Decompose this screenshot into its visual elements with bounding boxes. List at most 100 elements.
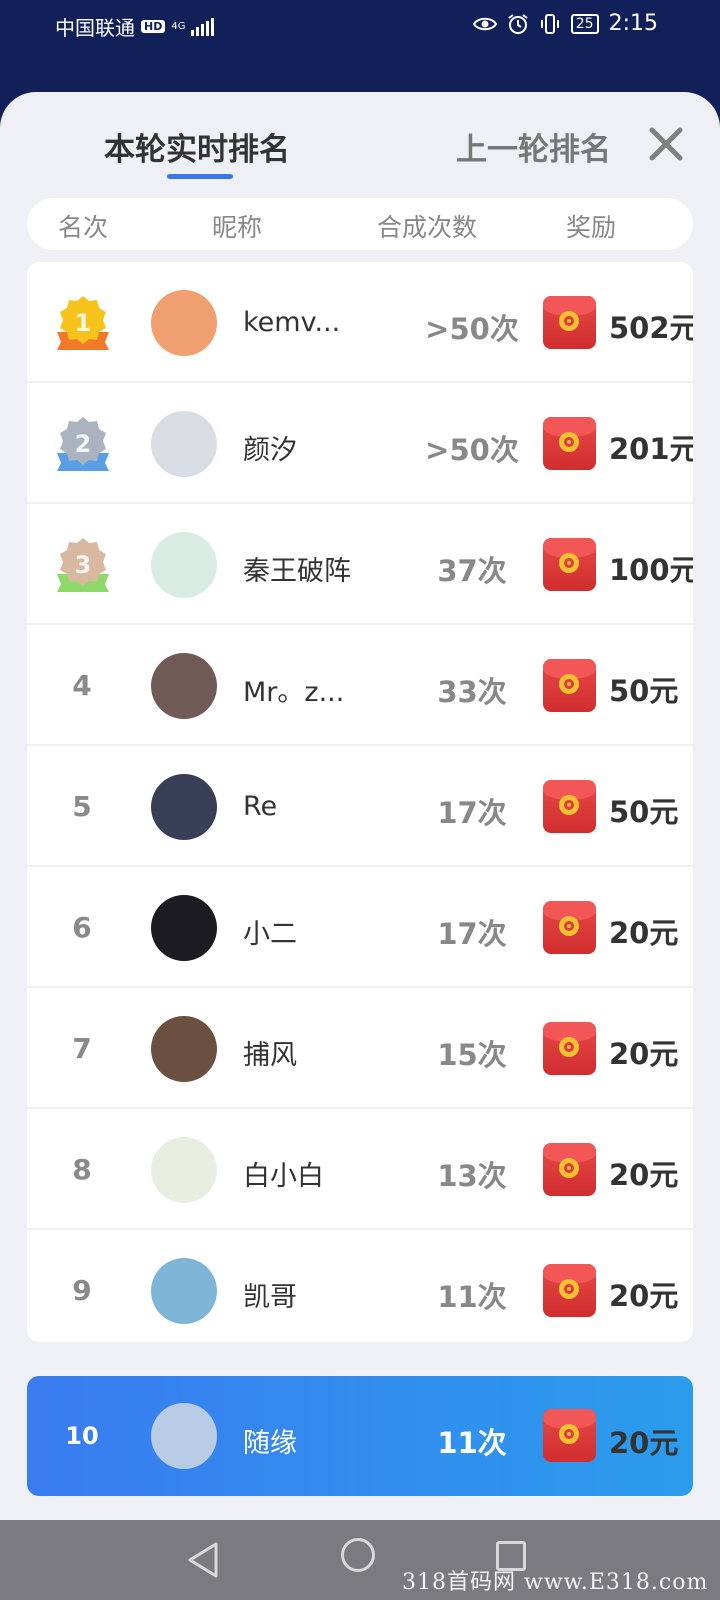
rank-number: 4: [72, 669, 92, 702]
reward-amount: 502元: [609, 311, 693, 345]
table-row[interactable]: 2 颜汐 >50次 201元: [27, 383, 693, 504]
table-row[interactable]: 3 秦王破阵 37次 100元: [27, 504, 693, 625]
avatar[interactable]: [151, 1258, 217, 1324]
red-packet-icon: [543, 901, 596, 954]
hd-badge: HD: [141, 20, 166, 33]
column-header: 名次 昵称 合成次数 奖励: [27, 198, 693, 250]
synthesis-count: 13次: [437, 1159, 507, 1193]
avatar[interactable]: [151, 1137, 217, 1203]
synthesis-count: 17次: [437, 796, 507, 830]
avatar[interactable]: [151, 532, 217, 598]
red-packet-icon: [543, 659, 596, 712]
home-icon[interactable]: [341, 1538, 375, 1572]
red-packet-icon: [543, 1409, 596, 1462]
nickname: 小二: [243, 919, 297, 950]
table-row[interactable]: 8 白小白 13次 20元: [27, 1109, 693, 1230]
rank-number: 6: [72, 911, 92, 944]
my-rank-row: 10 随缘 11次 20元: [27, 1376, 693, 1496]
reward-amount: 50元: [609, 795, 679, 829]
red-packet-icon: [543, 1143, 596, 1196]
column-rank: 名次: [58, 213, 109, 242]
reward-amount: 20元: [609, 1279, 679, 1313]
column-nickname: 昵称: [212, 213, 263, 242]
status-left: 中国联通 HD 4G: [55, 12, 215, 41]
table-row[interactable]: 7 捕风 15次 20元: [27, 988, 693, 1109]
reward-amount: 20元: [609, 1158, 679, 1192]
rank-number: 7: [72, 1032, 92, 1065]
nickname: Re: [243, 791, 278, 822]
synthesis-count: 33次: [437, 675, 507, 709]
ranking-list: 1 kemv... >50次 502元 2 颜汐 >50次 201元 3 秦王破阵 37次 100元 4…: [27, 262, 693, 1342]
status-bar: 中国联通 HD 4G 25 2:15: [0, 0, 720, 50]
reward-amount: 20元: [609, 1426, 679, 1460]
eye-icon: [472, 17, 497, 30]
synthesis-count: 37次: [437, 554, 507, 588]
red-packet-icon: [543, 538, 596, 591]
signal-icon: [191, 17, 215, 36]
rank-number: 8: [72, 1153, 92, 1186]
red-packet-icon: [543, 296, 596, 349]
vibrate-icon: [540, 13, 559, 34]
avatar[interactable]: [151, 1016, 217, 1082]
table-row[interactable]: 5 Re 17次 50元: [27, 746, 693, 867]
battery-icon: 25: [570, 13, 599, 34]
red-packet-icon: [543, 1264, 596, 1317]
nickname: 颜汐: [243, 435, 297, 466]
rank-number: 10: [65, 1422, 99, 1450]
close-icon[interactable]: [646, 124, 686, 164]
synthesis-count: 11次: [437, 1426, 507, 1460]
nickname: 捕风: [243, 1040, 297, 1071]
synthesis-count: 11次: [437, 1280, 507, 1314]
synthesis-count: >50次: [425, 433, 519, 467]
nickname: kemv...: [243, 307, 341, 338]
status-right: 25 2:15: [472, 11, 658, 36]
watermark: 318首码网 www.E318.com: [402, 1570, 709, 1595]
table-row[interactable]: 6 小二 17次 20元: [27, 867, 693, 988]
tab-current-ranking[interactable]: 本轮实时排名: [104, 124, 290, 169]
table-row[interactable]: 4 Mr。z... 33次 50元: [27, 625, 693, 746]
rank-medal-icon: 2: [57, 417, 109, 471]
synthesis-count: >50次: [425, 312, 519, 346]
rank-number: 9: [72, 1274, 92, 1307]
tab-previous-ranking[interactable]: 上一轮排名: [456, 124, 611, 169]
synthesis-count: 15次: [437, 1038, 507, 1072]
nickname: 白小白: [243, 1161, 324, 1192]
reward-amount: 50元: [609, 674, 679, 708]
rank-number: 5: [72, 790, 92, 823]
nickname: 随缘: [243, 1428, 297, 1459]
network-type: 4G: [171, 20, 186, 32]
avatar[interactable]: [151, 1403, 217, 1469]
carrier-name: 中国联通: [55, 16, 135, 40]
reward-amount: 20元: [609, 1037, 679, 1071]
reward-amount: 20元: [609, 916, 679, 950]
nickname: Mr。z...: [243, 677, 345, 708]
avatar[interactable]: [151, 290, 217, 356]
rank-medal-icon: 1: [57, 296, 109, 350]
table-row[interactable]: 1 kemv... >50次 502元: [27, 262, 693, 383]
table-row[interactable]: 9 凯哥 11次 20元: [27, 1230, 693, 1342]
clock: 2:15: [608, 11, 658, 36]
reward-amount: 100元: [609, 553, 693, 587]
tab-indicator: [167, 174, 233, 179]
svg-text:3: 3: [75, 551, 92, 579]
avatar[interactable]: [151, 895, 217, 961]
rank-medal-icon: 3: [57, 538, 109, 592]
avatar[interactable]: [151, 653, 217, 719]
alarm-icon: [508, 13, 528, 34]
navigation-bar: 318首码网 www.E318.com: [0, 1520, 720, 1600]
avatar[interactable]: [151, 774, 217, 840]
red-packet-icon: [543, 417, 596, 470]
svg-text:1: 1: [75, 309, 92, 337]
red-packet-icon: [543, 780, 596, 833]
ranking-sheet: 本轮实时排名 上一轮排名 名次 昵称 合成次数 奖励 1 kemv... >50次 5…: [0, 92, 720, 1520]
red-packet-icon: [543, 1022, 596, 1075]
column-count: 合成次数: [377, 213, 478, 242]
avatar[interactable]: [151, 411, 217, 477]
reward-amount: 201元: [609, 432, 693, 466]
synthesis-count: 17次: [437, 917, 507, 951]
svg-text:2: 2: [75, 430, 92, 458]
nickname: 秦王破阵: [243, 556, 351, 587]
nickname: 凯哥: [243, 1282, 297, 1313]
column-reward: 奖励: [566, 213, 617, 242]
back-icon[interactable]: [186, 1540, 220, 1580]
